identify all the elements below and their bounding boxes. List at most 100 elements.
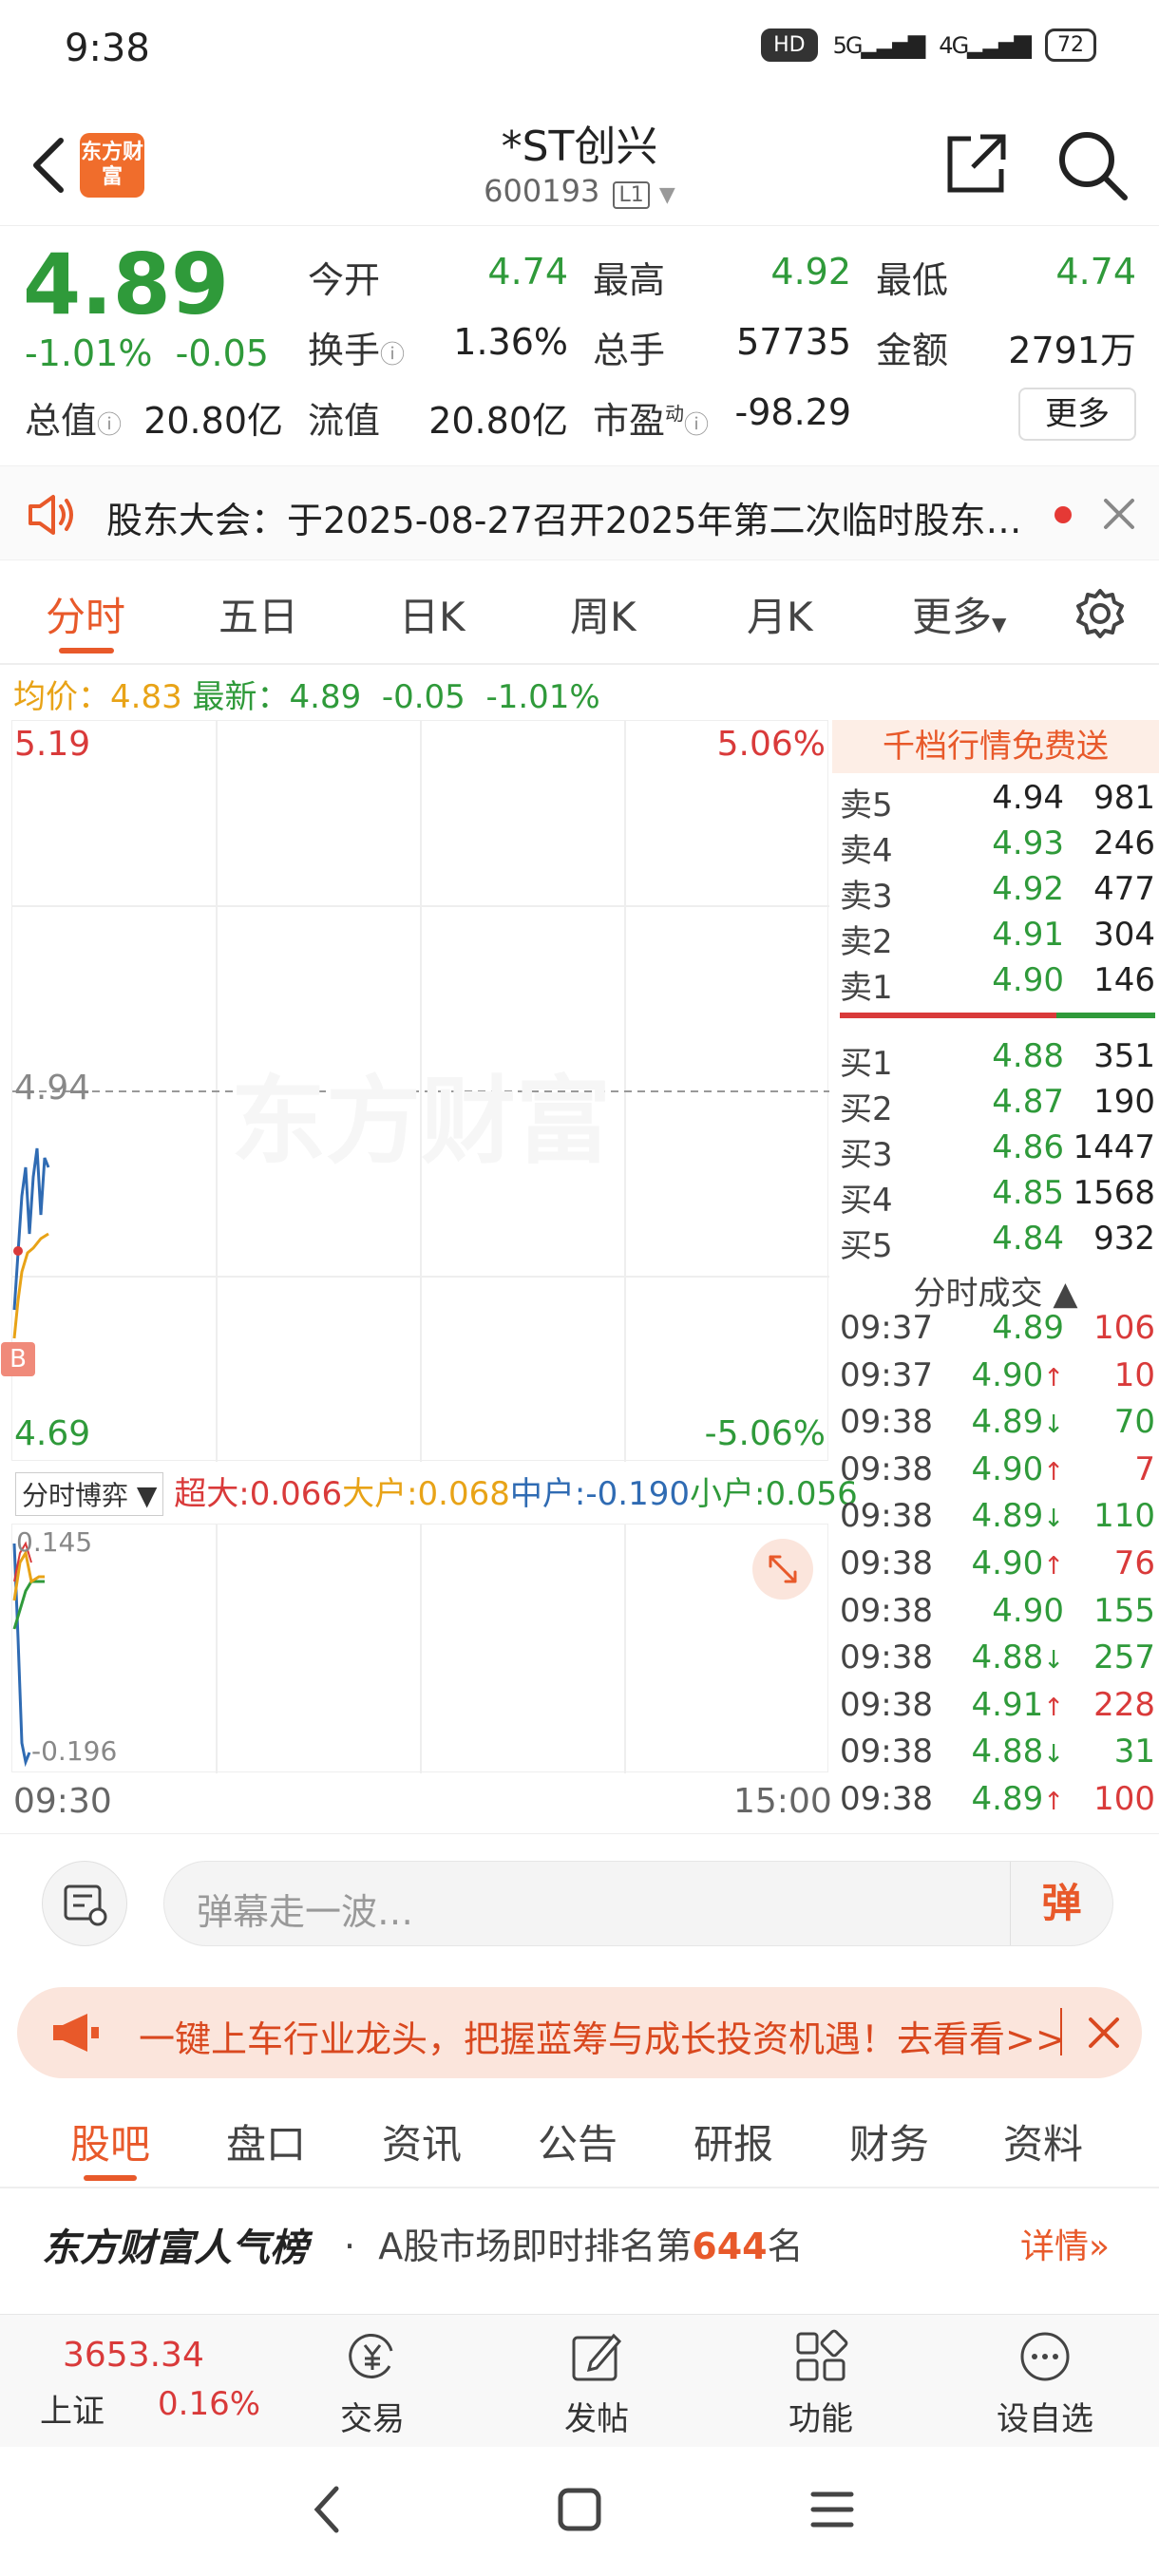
tab-weekly-k[interactable]: 周K [570,585,636,643]
bid-ask-ratio-red [840,1013,1056,1018]
banner-divider [1060,2008,1062,2055]
tab-research[interactable]: 研报 [694,2112,773,2170]
bid-ask-ratio-green [1056,1013,1155,1018]
danmaku-settings-button[interactable] [42,1861,127,1946]
tab-profile[interactable]: 资料 [1003,2112,1083,2170]
tick-price: 4.90↑ [971,1355,1065,1394]
banner-text: 一键上车行业龙头，把握蓝筹与成长投资机遇！去看看>> [139,2018,1066,2060]
bottom-nav: 3653.34 上证 0.16% 交易 发帖 功能 设自选 [0,2314,1159,2447]
close-icon[interactable] [1100,495,1138,533]
watermark: 东方财富 [231,1066,611,1177]
tab-five-day[interactable]: 五日 [218,585,298,643]
nav-functions[interactable]: 功能 [764,2328,878,2439]
signal-5g-icon: 5G▂▃▅▇ [832,31,926,59]
nav-trade[interactable]: 交易 [315,2328,429,2439]
close-icon[interactable] [1085,2014,1123,2052]
index-value[interactable]: 3653.34 [63,2336,204,2375]
notice-bar[interactable]: 股东大会：于2025-08-27召开2025年第二次临时股东… [0,465,1159,560]
ask-row: 卖4 4.93 246 [840,824,1155,870]
nav-post[interactable]: 发帖 [540,2328,654,2439]
tab-news[interactable]: 资讯 [382,2112,462,2170]
tab-guba[interactable]: 股吧 [70,2112,150,2170]
tick-volume: 10 [1113,1355,1155,1394]
value-pe: -98.29 [734,391,852,433]
tick-volume: 106 [1093,1309,1155,1347]
tick-price: 4.89 [992,1309,1064,1347]
tick-price: 4.88↓ [971,1733,1065,1771]
ticks-header[interactable]: 分时成交 ▲ [832,1267,1159,1314]
stock-code: 600193 [484,173,600,209]
system-back-icon[interactable] [304,2481,352,2538]
signal-4g-icon: 4G▂▃▅▇ [939,31,1032,59]
chevron-down-icon: ▼ [658,183,675,207]
chart-bottom-price: 4.69 [14,1414,91,1453]
chart-mid-price: 4.94 [14,1069,91,1108]
system-menu-icon[interactable] [808,2487,857,2532]
tick-time: 09:37 [840,1309,933,1347]
settings-gear-icon[interactable] [1072,585,1129,642]
flow-bottom-value: -0.196 [31,1735,118,1767]
tick-price: 4.88↓ [971,1638,1065,1677]
tick-row: 09:38 4.89↓ 110 [840,1497,1159,1544]
expand-icon[interactable] [751,1538,814,1601]
tick-volume: 228 [1093,1685,1155,1724]
value-mktcap: 20.80亿 [143,400,283,442]
tick-price: 4.90 [992,1591,1064,1630]
tab-more[interactable]: 更多▼ [912,585,1006,643]
double-chevron-icon: » [1089,2227,1111,2266]
fund-flow-chart[interactable]: 0.145 -0.196 [11,1524,828,1773]
tick-time: 09:38 [840,1591,933,1630]
hd-icon: HD [761,28,818,62]
tick-price: 4.90↑ [971,1449,1065,1488]
tick-time: 09:38 [840,1497,933,1536]
tick-time: 09:38 [840,1733,933,1771]
value-low: 4.74 [1055,251,1136,293]
buy-marker[interactable]: B [1,1342,35,1376]
value-amount: 2791万 [1008,330,1136,371]
chart-top-price: 5.19 [14,725,91,764]
status-icons: HD 5G▂▃▅▇ 4G▂▃▅▇ 72 [761,28,1096,62]
search-icon[interactable] [1054,127,1130,203]
label-amount: 金额 [876,330,949,371]
time-start: 09:30 [13,1782,112,1821]
rank-brand: 东方财富人气榜 [42,2226,308,2270]
tab-daily-k[interactable]: 日K [399,585,466,643]
megaphone-icon [53,2014,99,2052]
rank-text: · A股市场即时排名第644名 [344,2226,804,2267]
rank-detail-link[interactable]: 详情» [1020,2219,1110,2268]
nav-add-watchlist[interactable]: 设自选 [988,2328,1102,2439]
tab-finance[interactable]: 财务 [849,2112,929,2170]
tab-announcements[interactable]: 公告 [538,2112,618,2170]
tab-pankou[interactable]: 盘口 [226,2112,306,2170]
danmaku-input[interactable]: 弹幕走一波… 弹 [163,1861,1113,1946]
popularity-rank[interactable]: 东方财富人气榜 · A股市场即时排名第644名 详情» [0,2190,1159,2289]
tick-row: 09:38 4.90↑ 7 [840,1450,1159,1498]
share-icon[interactable] [942,129,1011,198]
tick-volume: 70 [1113,1403,1155,1442]
info-icon: ⓘ [97,411,123,440]
index-name[interactable]: 上证 [40,2385,104,2432]
intraday-chart[interactable]: 东方财富 5.19 5.06% 4.94 4.69 -5.06% B [1,720,829,1462]
grid-icon [796,2329,848,2381]
promo-banner[interactable]: 千档行情免费送 [832,720,1159,773]
notice-text: 股东大会：于2025-08-27召开2025年第二次临时股东… [106,500,1022,541]
tab-monthly-k[interactable]: 月K [747,585,813,643]
more-quote-button[interactable]: 更多 [1018,388,1136,441]
promo-ad-banner[interactable]: 一键上车行业龙头，把握蓝筹与成长投资机遇！去看看>> [17,1987,1142,2078]
tab-intraday[interactable]: 分时 [46,585,125,643]
bid-row: 买1 4.88 351 [840,1037,1155,1083]
index-change[interactable]: 0.16% [158,2385,260,2423]
flow-selector[interactable]: 分时博弈 ▼ [15,1472,164,1516]
danmaku-send-button[interactable]: 弹 [1010,1862,1112,1945]
tick-volume: 155 [1093,1591,1155,1630]
flow-chart-grid [12,1525,626,1773]
tick-time: 09:37 [840,1355,933,1394]
tick-row: 09:37 4.90↑ 10 [840,1356,1159,1404]
ask-row: 卖5 4.94 981 [840,779,1155,824]
label-volume: 总手 [593,330,666,371]
tick-row: 09:38 4.91↑ 228 [840,1686,1159,1733]
status-time: 9:38 [65,27,150,70]
flow-super: 超大:0.066 [174,1475,343,1513]
label-open: 今开 [308,259,381,301]
system-home-icon[interactable] [555,2485,604,2534]
